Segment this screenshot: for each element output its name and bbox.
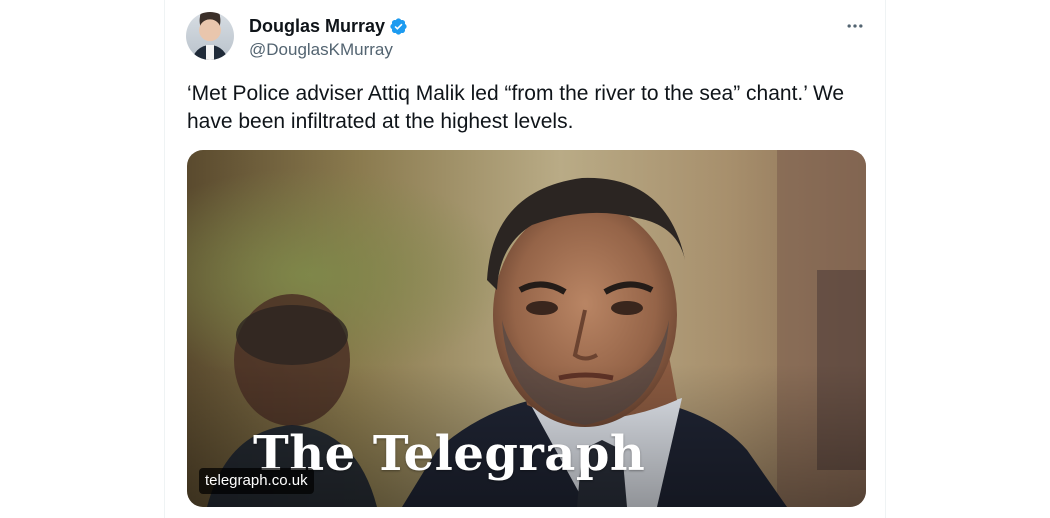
avatar[interactable] [186, 12, 234, 60]
author-name-row: Douglas Murray [249, 15, 408, 37]
link-card[interactable]: The Telegraph telegraph.co.uk [187, 150, 866, 507]
tweet-text: ‘Met Police adviser Attiq Malik led “fro… [187, 82, 850, 133]
tweet-article[interactable]: Douglas Murray @DouglasKMurray ‘Met Poli… [164, 0, 886, 518]
author-handle[interactable]: @DouglasKMurray [249, 40, 393, 60]
more-options-button[interactable] [843, 14, 867, 38]
avatar-shirt [206, 45, 214, 60]
link-card-domain[interactable]: telegraph.co.uk [199, 468, 314, 494]
verified-badge-icon[interactable] [389, 17, 408, 36]
more-horizontal-icon [847, 24, 863, 28]
author-display-name[interactable]: Douglas Murray [249, 15, 385, 37]
page: Douglas Murray @DouglasKMurray ‘Met Poli… [0, 0, 1050, 518]
